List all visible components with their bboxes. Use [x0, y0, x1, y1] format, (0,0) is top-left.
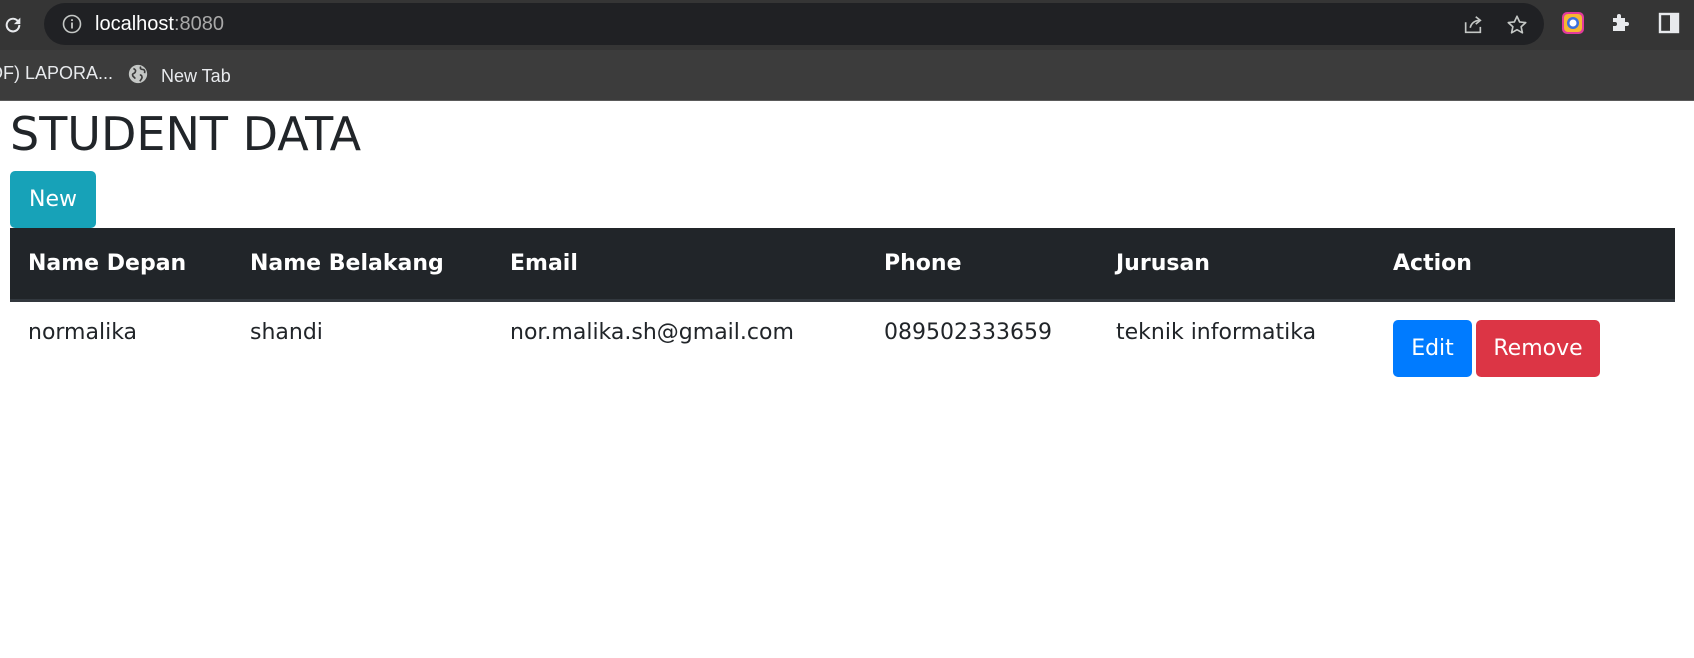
page-title: STUDENT DATA: [10, 107, 362, 161]
browser-chrome: localhost:8080 DF) LAPORA... New Tab: [0, 0, 1694, 101]
side-panel-icon[interactable]: [1656, 10, 1682, 36]
bookmark-star-icon[interactable]: [1504, 12, 1530, 38]
column-header-name-depan: Name Depan: [10, 228, 232, 302]
bookmark-label: DF) LAPORA...: [0, 63, 114, 83]
table-header-row: Name Depan Name Belakang Email Phone Jur…: [10, 228, 1675, 302]
cell-actions: Edit Remove: [1375, 300, 1675, 380]
url-port: :8080: [173, 13, 224, 35]
browser-toolbar: localhost:8080: [0, 0, 1694, 50]
globe-icon: [127, 63, 149, 90]
extension-app-icon[interactable]: [1560, 10, 1586, 36]
remove-button[interactable]: Remove: [1476, 319, 1600, 377]
bookmark-label: New Tab: [161, 66, 231, 86]
cell-phone: 089502333659: [884, 319, 1052, 345]
column-header-email: Email: [492, 228, 866, 302]
cell-jurusan: teknik informatika: [1116, 319, 1317, 345]
share-icon[interactable]: [1460, 12, 1486, 38]
url-host: localhost: [95, 13, 174, 35]
cell-email: nor.malika.sh@gmail.com: [510, 319, 794, 345]
column-header-phone: Phone: [866, 228, 1098, 302]
student-table: Name Depan Name Belakang Email Phone Jur…: [10, 228, 1675, 380]
bookmark-item-new-tab[interactable]: New Tab: [127, 63, 231, 90]
bookmarks-bar: DF) LAPORA... New Tab: [0, 50, 1694, 101]
cell-name-depan: normalika: [28, 319, 138, 345]
table-row: normalika shandi nor.malika.sh@gmail.com…: [10, 300, 1675, 380]
page-content: STUDENT DATA New Name Depan Name Belakan…: [10, 101, 1675, 377]
address-bar[interactable]: localhost:8080: [44, 3, 1544, 45]
column-header-action: Action: [1375, 228, 1675, 302]
info-icon[interactable]: [62, 14, 82, 34]
new-button[interactable]: New: [10, 171, 96, 228]
extensions-puzzle-icon[interactable]: [1608, 10, 1634, 36]
edit-button[interactable]: Edit: [1393, 319, 1472, 377]
bookmark-item[interactable]: DF) LAPORA...: [0, 63, 113, 84]
cell-name-belakang: shandi: [250, 319, 323, 345]
reload-icon[interactable]: [0, 12, 26, 38]
column-header-jurusan: Jurusan: [1098, 228, 1375, 302]
url-text[interactable]: localhost:8080: [95, 14, 224, 34]
column-header-name-belakang: Name Belakang: [232, 228, 492, 302]
